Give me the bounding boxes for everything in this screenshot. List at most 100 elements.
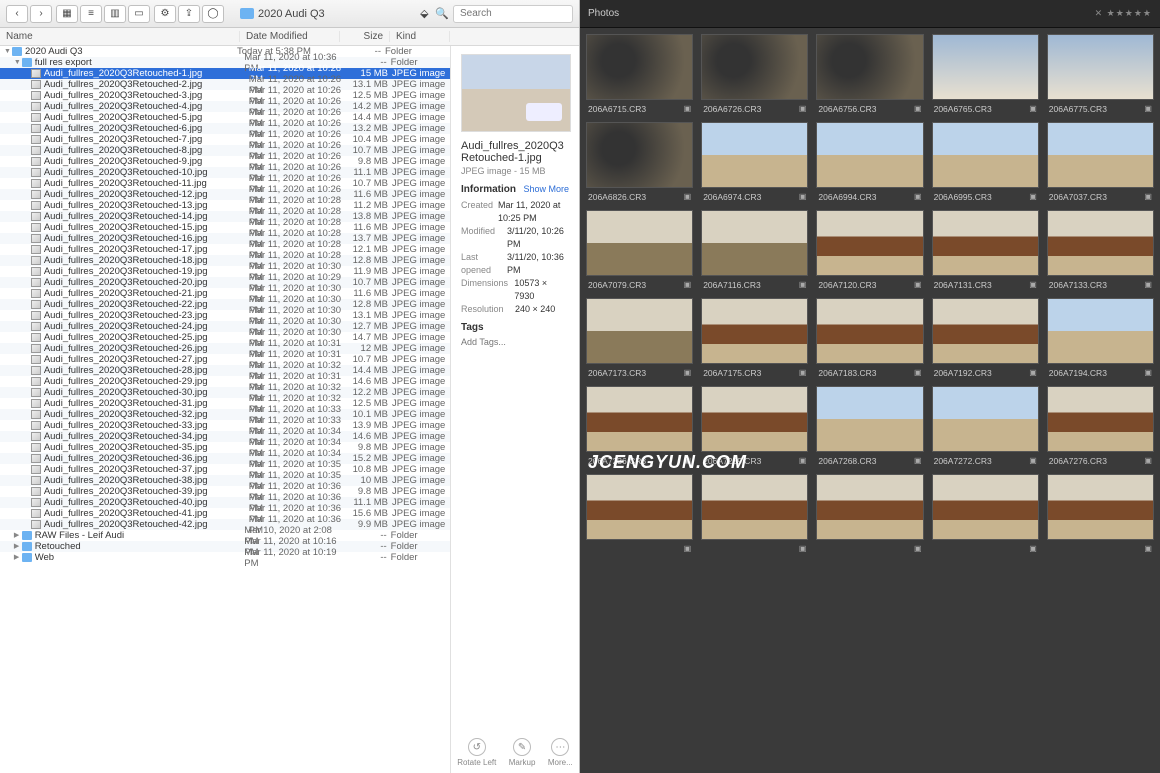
thumbnail[interactable]: 206A7272.CR3▣ bbox=[932, 386, 1039, 466]
thumbnail[interactable]: 206A6974.CR3▣ bbox=[701, 122, 808, 202]
file-row[interactable]: Audi_fullres_2020Q3Retouched-12.jpgMar 1… bbox=[0, 189, 450, 200]
more-button[interactable]: ⋯More... bbox=[548, 738, 573, 767]
file-row[interactable]: Audi_fullres_2020Q3Retouched-1.jpgMar 11… bbox=[0, 68, 450, 79]
file-row[interactable]: Audi_fullres_2020Q3Retouched-5.jpgMar 11… bbox=[0, 112, 450, 123]
file-row[interactable]: Audi_fullres_2020Q3Retouched-3.jpgMar 11… bbox=[0, 90, 450, 101]
thumbnail[interactable]: 206A7192.CR3▣ bbox=[932, 298, 1039, 378]
file-row[interactable]: Audi_fullres_2020Q3Retouched-40.jpgMar 1… bbox=[0, 497, 450, 508]
file-row[interactable]: Audi_fullres_2020Q3Retouched-26.jpgMar 1… bbox=[0, 343, 450, 354]
file-row[interactable]: Audi_fullres_2020Q3Retouched-30.jpgMar 1… bbox=[0, 387, 450, 398]
file-row[interactable]: Audi_fullres_2020Q3Retouched-16.jpgMar 1… bbox=[0, 233, 450, 244]
file-row[interactable]: Audi_fullres_2020Q3Retouched-31.jpgMar 1… bbox=[0, 398, 450, 409]
view-gallery-button[interactable]: ▭ bbox=[128, 5, 150, 23]
share-button[interactable]: ⇪ bbox=[178, 5, 200, 23]
file-row[interactable]: Audi_fullres_2020Q3Retouched-11.jpgMar 1… bbox=[0, 178, 450, 189]
arrange-button[interactable]: ⚙ bbox=[154, 5, 176, 23]
file-row[interactable]: Audi_fullres_2020Q3Retouched-35.jpgMar 1… bbox=[0, 442, 450, 453]
thumbnail[interactable]: 206A6995.CR3▣ bbox=[932, 122, 1039, 202]
file-row[interactable]: Audi_fullres_2020Q3Retouched-29.jpgMar 1… bbox=[0, 376, 450, 387]
col-date[interactable]: Date Modified bbox=[240, 31, 340, 42]
thumbnail[interactable]: 206A6715.CR3▣ bbox=[586, 34, 693, 114]
file-row[interactable]: Audi_fullres_2020Q3Retouched-14.jpgMar 1… bbox=[0, 211, 450, 222]
thumbnail[interactable]: 206A6756.CR3▣ bbox=[816, 34, 923, 114]
file-row[interactable]: Audi_fullres_2020Q3Retouched-38.jpgMar 1… bbox=[0, 475, 450, 486]
file-row[interactable]: Audi_fullres_2020Q3Retouched-10.jpgMar 1… bbox=[0, 167, 450, 178]
thumbnail[interactable]: 206A7173.CR3▣ bbox=[586, 298, 693, 378]
file-row[interactable]: Audi_fullres_2020Q3Retouched-23.jpgMar 1… bbox=[0, 310, 450, 321]
file-row[interactable]: Audi_fullres_2020Q3Retouched-25.jpgMar 1… bbox=[0, 332, 450, 343]
file-row[interactable]: Audi_fullres_2020Q3Retouched-27.jpgMar 1… bbox=[0, 354, 450, 365]
file-row[interactable]: Audi_fullres_2020Q3Retouched-6.jpgMar 11… bbox=[0, 123, 450, 134]
thumbnail[interactable]: 206A7175.CR3▣ bbox=[701, 298, 808, 378]
file-row[interactable]: Audi_fullres_2020Q3Retouched-28.jpgMar 1… bbox=[0, 365, 450, 376]
show-more-link[interactable]: Show More bbox=[523, 184, 569, 195]
file-row[interactable]: Audi_fullres_2020Q3Retouched-18.jpgMar 1… bbox=[0, 255, 450, 266]
col-size[interactable]: Size bbox=[340, 31, 390, 42]
thumbnail[interactable]: ▣ bbox=[816, 474, 923, 553]
thumbnail[interactable]: 206A7268.CR3▣ bbox=[816, 386, 923, 466]
thumbnail[interactable]: 206A7276.CR3▣ bbox=[1047, 386, 1154, 466]
file-row[interactable]: Audi_fullres_2020Q3Retouched-21.jpgMar 1… bbox=[0, 288, 450, 299]
thumbnail[interactable]: ▣ bbox=[586, 474, 693, 553]
photos-tab[interactable]: Photos bbox=[588, 8, 619, 19]
col-name[interactable]: Name bbox=[0, 31, 240, 42]
tag-button[interactable]: ◯ bbox=[202, 5, 224, 23]
file-row[interactable]: Audi_fullres_2020Q3Retouched-42.jpgMar 1… bbox=[0, 519, 450, 530]
file-row[interactable]: Audi_fullres_2020Q3Retouched-15.jpgMar 1… bbox=[0, 222, 450, 233]
thumbnail[interactable]: 206A6994.CR3▣ bbox=[816, 122, 923, 202]
file-row[interactable]: ▼2020 Audi Q3Today at 5:38 PM--Folder bbox=[0, 46, 450, 57]
thumbnail[interactable]: 206A7079.CR3▣ bbox=[586, 210, 693, 290]
thumbnail[interactable]: 206A7183.CR3▣ bbox=[816, 298, 923, 378]
view-icon-button[interactable]: ▦ bbox=[56, 5, 78, 23]
file-row[interactable]: Audi_fullres_2020Q3Retouched-36.jpgMar 1… bbox=[0, 453, 450, 464]
file-row[interactable]: ▶RetouchedMar 11, 2020 at 10:16 PM--Fold… bbox=[0, 541, 450, 552]
file-row[interactable]: Audi_fullres_2020Q3Retouched-33.jpgMar 1… bbox=[0, 420, 450, 431]
file-row[interactable]: Audi_fullres_2020Q3Retouched-8.jpgMar 11… bbox=[0, 145, 450, 156]
file-row[interactable]: ▶WebMar 11, 2020 at 10:19 PM--Folder bbox=[0, 552, 450, 563]
thumbnail[interactable]: ▣ bbox=[701, 474, 808, 553]
file-row[interactable]: Audi_fullres_2020Q3Retouched-13.jpgMar 1… bbox=[0, 200, 450, 211]
file-list[interactable]: ▼2020 Audi Q3Today at 5:38 PM--Folder▼fu… bbox=[0, 46, 450, 773]
file-row[interactable]: Audi_fullres_2020Q3Retouched-22.jpgMar 1… bbox=[0, 299, 450, 310]
file-row[interactable]: Audi_fullres_2020Q3Retouched-19.jpgMar 1… bbox=[0, 266, 450, 277]
col-kind[interactable]: Kind bbox=[390, 31, 450, 42]
file-row[interactable]: Audi_fullres_2020Q3Retouched-37.jpgMar 1… bbox=[0, 464, 450, 475]
thumbnail[interactable]: 206A6826.CR3▣ bbox=[586, 122, 693, 202]
thumbnail[interactable]: 206A7131.CR3▣ bbox=[932, 210, 1039, 290]
forward-button[interactable]: › bbox=[30, 5, 52, 23]
file-row[interactable]: Audi_fullres_2020Q3Retouched-2.jpgMar 11… bbox=[0, 79, 450, 90]
file-row[interactable]: ▼full res exportMar 11, 2020 at 10:36 PM… bbox=[0, 57, 450, 68]
thumbnail-grid[interactable]: 206A6715.CR3▣206A6726.CR3▣206A6756.CR3▣2… bbox=[580, 28, 1160, 773]
file-row[interactable]: Audi_fullres_2020Q3Retouched-7.jpgMar 11… bbox=[0, 134, 450, 145]
file-row[interactable]: Audi_fullres_2020Q3Retouched-20.jpgMar 1… bbox=[0, 277, 450, 288]
thumbnail[interactable]: 206A7133.CR3▣ bbox=[1047, 210, 1154, 290]
thumbnail[interactable]: 206A7120.CR3▣ bbox=[816, 210, 923, 290]
search-input[interactable] bbox=[453, 5, 573, 23]
file-row[interactable]: Audi_fullres_2020Q3Retouched-17.jpgMar 1… bbox=[0, 244, 450, 255]
thumbnail[interactable]: 206A7037.CR3▣ bbox=[1047, 122, 1154, 202]
file-row[interactable]: Audi_fullres_2020Q3Retouched-24.jpgMar 1… bbox=[0, 321, 450, 332]
file-row[interactable]: Audi_fullres_2020Q3Retouched-34.jpgMar 1… bbox=[0, 431, 450, 442]
rotate-left-button[interactable]: ↺Rotate Left bbox=[457, 738, 496, 767]
file-row[interactable]: ▶RAW Files - Leif AudiMar 10, 2020 at 2:… bbox=[0, 530, 450, 541]
file-row[interactable]: Audi_fullres_2020Q3Retouched-39.jpgMar 1… bbox=[0, 486, 450, 497]
file-row[interactable]: Audi_fullres_2020Q3Retouched-9.jpgMar 11… bbox=[0, 156, 450, 167]
thumbnail[interactable]: ▣ bbox=[932, 474, 1039, 553]
dropbox-icon[interactable]: ⬙ bbox=[417, 7, 431, 21]
thumbnail[interactable]: 206A6765.CR3▣ bbox=[932, 34, 1039, 114]
thumbnail[interactable]: 206A6726.CR3▣ bbox=[701, 34, 808, 114]
thumbnail[interactable]: 206A7116.CR3▣ bbox=[701, 210, 808, 290]
view-list-button[interactable]: ≡ bbox=[80, 5, 102, 23]
thumbnail[interactable]: 206A6775.CR3▣ bbox=[1047, 34, 1154, 114]
view-column-button[interactable]: ▥ bbox=[104, 5, 126, 23]
file-row[interactable]: Audi_fullres_2020Q3Retouched-41.jpgMar 1… bbox=[0, 508, 450, 519]
markup-button[interactable]: ✎Markup bbox=[509, 738, 536, 767]
file-row[interactable]: Audi_fullres_2020Q3Retouched-4.jpgMar 11… bbox=[0, 101, 450, 112]
tags-input[interactable] bbox=[461, 337, 569, 347]
rating-filter[interactable]: ✕ ★★★★★ bbox=[1095, 8, 1152, 19]
path-bar[interactable]: 2020 Audi Q3 bbox=[240, 8, 325, 20]
back-button[interactable]: ‹ bbox=[6, 5, 28, 23]
file-row[interactable]: Audi_fullres_2020Q3Retouched-32.jpgMar 1… bbox=[0, 409, 450, 420]
thumbnail[interactable]: 206A7194.CR3▣ bbox=[1047, 298, 1154, 378]
thumbnail[interactable]: ▣ bbox=[1047, 474, 1154, 553]
